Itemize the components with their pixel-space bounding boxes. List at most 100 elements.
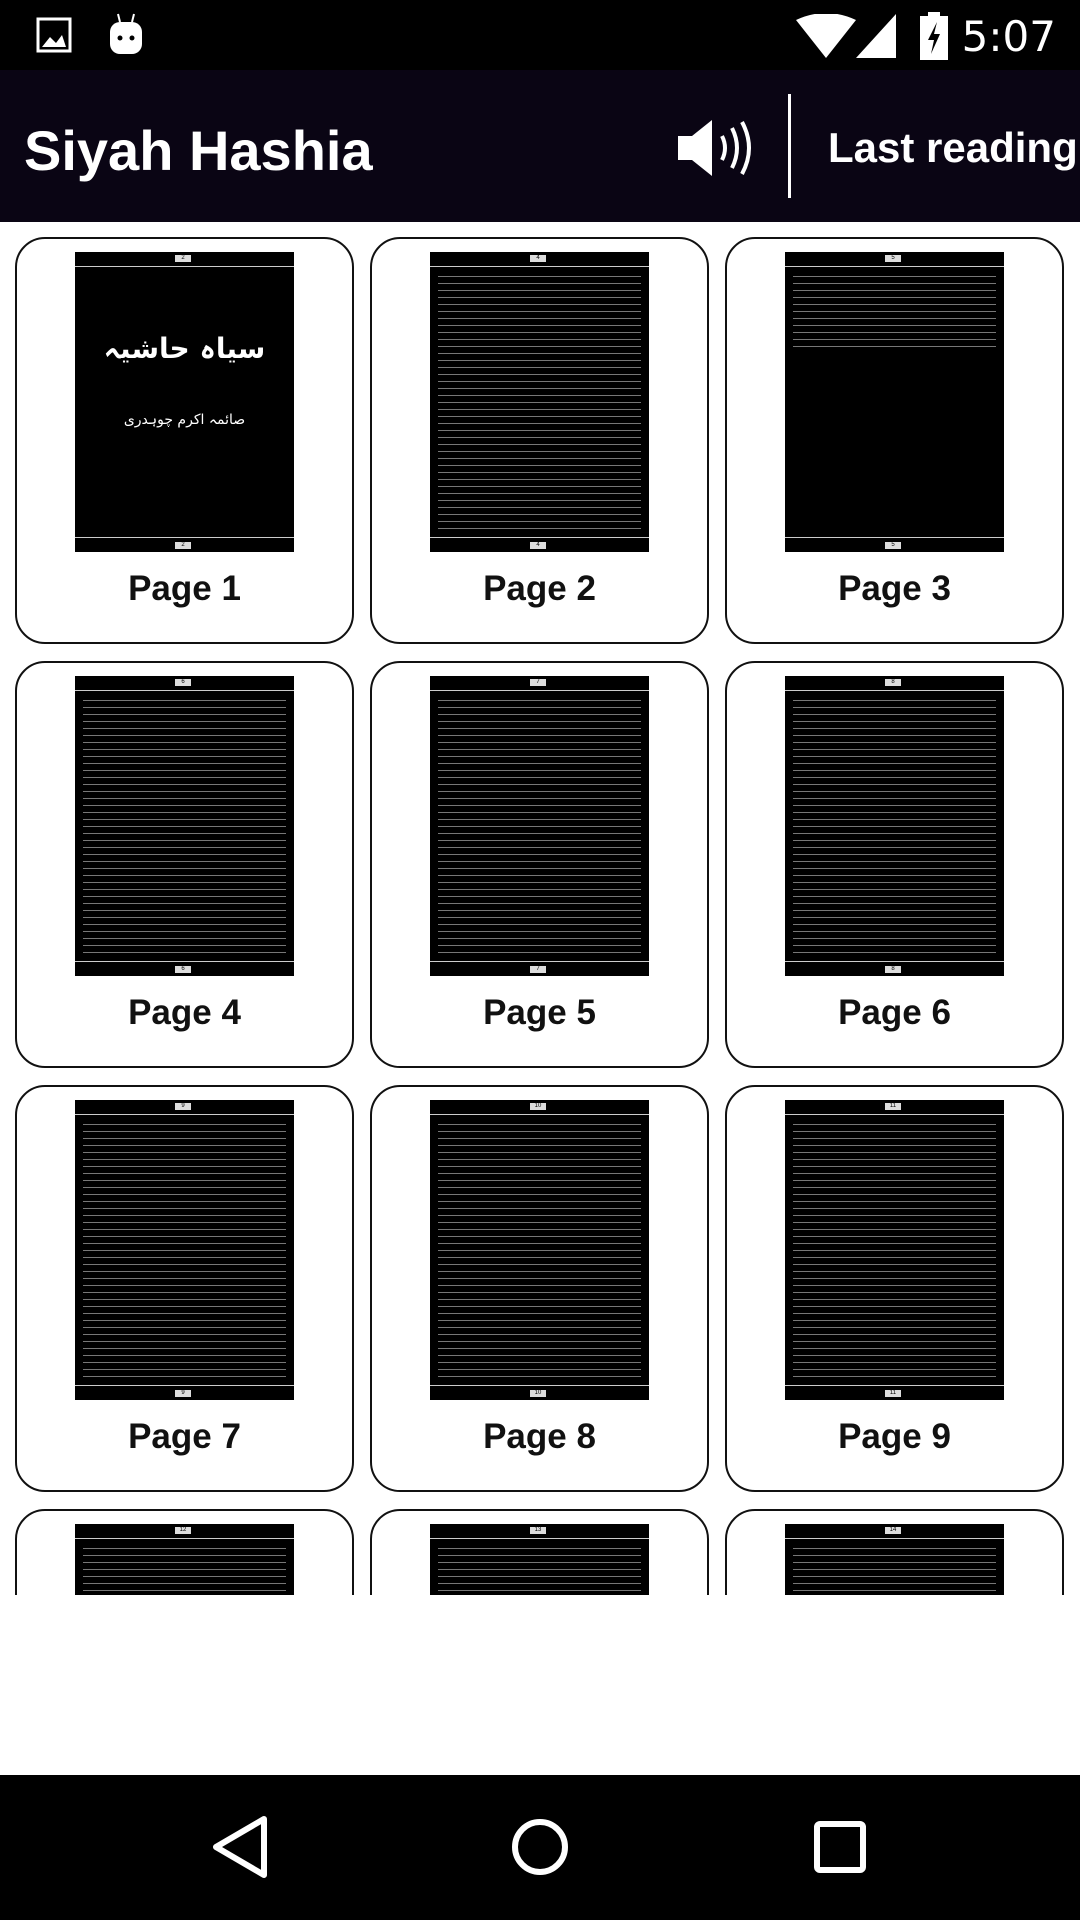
page-card[interactable]: 5 5 Page 3 — [725, 237, 1064, 644]
page-text — [793, 272, 996, 352]
signal-icon — [856, 14, 896, 58]
thumb-page-number: 14 — [885, 1527, 901, 1534]
thumb-page-number: 8 — [885, 966, 901, 973]
thumb-page-number: 5 — [885, 255, 901, 262]
page-label: Page 3 — [838, 569, 951, 608]
clock: 5:07 — [961, 12, 1056, 61]
footer-line — [430, 1385, 649, 1386]
thumb-page-number: 10 — [530, 1103, 546, 1110]
page-text — [83, 696, 286, 954]
page-label: Page 4 — [128, 993, 241, 1032]
app-title: Siyah Hashia — [24, 119, 373, 182]
header-line — [785, 1114, 1004, 1115]
app-bar: Siyah Hashia Last reading — [0, 70, 1080, 222]
footer-line — [785, 537, 1004, 538]
header-line — [785, 690, 1004, 691]
footer-line — [785, 961, 1004, 962]
header-line — [785, 266, 1004, 267]
header-line — [430, 1538, 649, 1539]
page-text — [438, 1544, 641, 1595]
thumb-page-number: 9 — [175, 1103, 191, 1110]
wifi-icon — [796, 14, 856, 58]
page-text — [83, 1120, 286, 1378]
thumb-page-number: 2 — [175, 542, 191, 549]
volume-icon[interactable] — [676, 118, 756, 178]
page-card[interactable]: 11 11 Page 9 — [725, 1085, 1064, 1492]
footer-line — [430, 961, 649, 962]
page-card[interactable]: 7 7 Page 5 — [370, 661, 709, 1068]
thumb-page-number: 2 — [175, 255, 191, 262]
thumb-page-number: 11 — [885, 1390, 901, 1397]
page-text — [438, 696, 641, 954]
page-label: Page 1 — [128, 569, 241, 608]
page-text — [438, 272, 641, 530]
last-reading-button[interactable]: Last reading — [828, 124, 1078, 172]
page-card[interactable]: 2 سیاہ حاشیہ صائمہ اکرم چوہدری 2 Page 1 — [15, 237, 354, 644]
thumb-page-number: 9 — [175, 1390, 191, 1397]
cover-author: صائمہ اکرم چوہدری — [123, 412, 246, 428]
header-line — [75, 690, 294, 691]
header-line — [75, 1538, 294, 1539]
footer-line — [75, 1385, 294, 1386]
page-text — [438, 1120, 641, 1378]
page-thumbnail: 11 11 — [785, 1100, 1004, 1400]
page-thumbnail: 9 9 — [75, 1100, 294, 1400]
page-label: Page 5 — [483, 993, 596, 1032]
header-line — [75, 266, 294, 267]
home-icon[interactable] — [510, 1815, 570, 1879]
thumb-page-number: 5 — [885, 542, 901, 549]
back-icon[interactable] — [210, 1815, 270, 1879]
thumb-page-number: 11 — [885, 1103, 901, 1110]
thumb-page-number: 6 — [175, 966, 191, 973]
thumb-page-number: 10 — [530, 1390, 546, 1397]
page-thumbnail: 6 6 — [75, 676, 294, 976]
page-grid[interactable]: 2 سیاہ حاشیہ صائمہ اکرم چوہدری 2 Page 1 … — [0, 222, 1080, 1595]
page-card[interactable]: 4 4 Page 2 — [370, 237, 709, 644]
footer-line — [75, 537, 294, 538]
page-text — [793, 1120, 996, 1378]
page-thumbnail: 8 8 — [785, 676, 1004, 976]
header-line — [430, 266, 649, 267]
status-bar: 5:07 — [0, 0, 1080, 70]
image-icon — [36, 17, 72, 53]
page-label: Page 9 — [838, 1417, 951, 1456]
page-label: Page 7 — [128, 1417, 241, 1456]
page-label: Page 6 — [838, 993, 951, 1032]
thumb-page-number: 7 — [530, 966, 546, 973]
page-card[interactable]: 14 14 — [725, 1509, 1064, 1595]
page-thumbnail: 13 13 — [430, 1524, 649, 1595]
page-card[interactable]: 6 6 Page 4 — [15, 661, 354, 1068]
page-text — [793, 1544, 996, 1595]
page-card[interactable]: 9 9 Page 7 — [15, 1085, 354, 1492]
page-thumbnail: 14 14 — [785, 1524, 1004, 1595]
page-card[interactable]: 8 8 Page 6 — [725, 661, 1064, 1068]
cover-title: سیاہ حاشیہ — [103, 332, 266, 365]
header-line — [430, 690, 649, 691]
recents-icon[interactable] — [812, 1817, 868, 1877]
page-label: Page 2 — [483, 569, 596, 608]
page-thumbnail: 5 5 — [785, 252, 1004, 552]
thumb-page-number: 4 — [530, 255, 546, 262]
navigation-bar — [0, 1775, 1080, 1920]
thumb-page-number: 8 — [885, 679, 901, 686]
page-card[interactable]: 10 10 Page 8 — [370, 1085, 709, 1492]
page-thumbnail: 12 12 — [75, 1524, 294, 1595]
page-text — [83, 1544, 286, 1595]
footer-line — [75, 961, 294, 962]
page-label: Page 8 — [483, 1417, 596, 1456]
battery-charging-icon — [920, 12, 948, 60]
thumb-page-number: 7 — [530, 679, 546, 686]
page-thumbnail: 2 سیاہ حاشیہ صائمہ اکرم چوہدری 2 — [75, 252, 294, 552]
page-text — [793, 696, 996, 954]
page-card[interactable]: 13 13 — [370, 1509, 709, 1595]
thumb-page-number: 6 — [175, 679, 191, 686]
page-card[interactable]: 12 12 — [15, 1509, 354, 1595]
divider — [788, 94, 791, 198]
header-line — [785, 1538, 1004, 1539]
header-line — [430, 1114, 649, 1115]
page-thumbnail: 7 7 — [430, 676, 649, 976]
thumb-page-number: 13 — [530, 1527, 546, 1534]
android-icon — [110, 13, 142, 54]
thumb-page-number: 12 — [175, 1527, 191, 1534]
header-line — [75, 1114, 294, 1115]
